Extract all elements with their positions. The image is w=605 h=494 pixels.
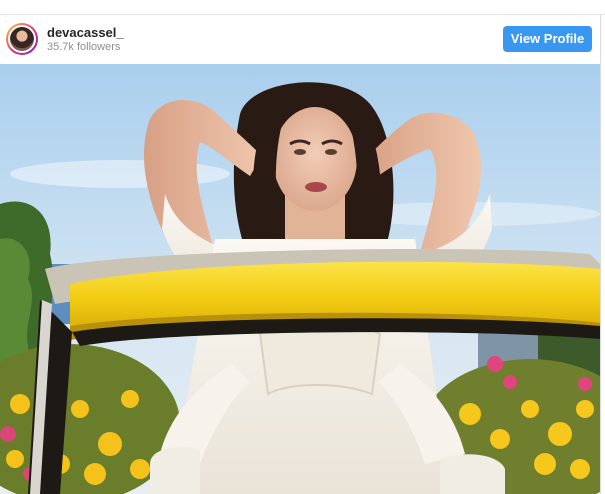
post-photo[interactable] <box>0 64 600 494</box>
avatar[interactable] <box>6 23 38 55</box>
username[interactable]: devacassel_ <box>47 25 124 40</box>
embed-header: devacassel_ 35.7k followers View Profile <box>0 15 600 63</box>
photo-illustration <box>0 64 600 494</box>
view-profile-button[interactable]: View Profile <box>503 26 592 52</box>
instagram-embed: devacassel_ 35.7k followers View Profile <box>0 15 601 494</box>
avatar-image <box>8 25 36 53</box>
follower-count: 35.7k followers <box>47 41 121 53</box>
